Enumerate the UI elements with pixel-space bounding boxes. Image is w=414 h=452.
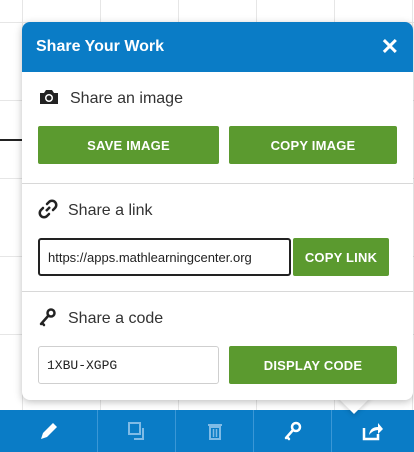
key-tool[interactable] — [254, 410, 332, 452]
panel-title: Share Your Work — [36, 38, 165, 55]
bottom-toolbar — [0, 410, 414, 452]
pencil-tool[interactable] — [0, 410, 98, 452]
duplicate-icon — [126, 420, 148, 442]
trash-icon — [204, 420, 226, 442]
camera-icon — [38, 88, 60, 111]
drawn-line — [0, 139, 24, 141]
share-code-section: Share a code 1XBU-XGPG DISPLAY CODE — [22, 292, 413, 400]
share-link-label: Share a link — [68, 202, 153, 219]
delete-tool[interactable] — [176, 410, 254, 452]
duplicate-tool[interactable] — [98, 410, 176, 452]
copy-link-button[interactable]: COPY LINK — [293, 238, 389, 276]
panel-header: Share Your Work ✕ — [22, 22, 413, 72]
share-link-section: Share a link https://apps.mathlearningce… — [22, 184, 413, 292]
share-code-label: Share a code — [68, 310, 164, 327]
close-button[interactable]: ✕ — [381, 36, 399, 58]
display-code-button[interactable]: DISPLAY CODE — [229, 346, 397, 384]
share-icon — [361, 420, 385, 442]
code-field[interactable]: 1XBU-XGPG — [38, 346, 219, 384]
key-icon — [38, 307, 58, 332]
copy-image-button[interactable]: COPY IMAGE — [229, 126, 397, 164]
share-image-section: Share an image SAVE IMAGE COPY IMAGE — [22, 72, 413, 184]
link-icon — [38, 199, 58, 224]
key-icon — [282, 420, 304, 442]
share-panel: Share Your Work ✕ Share an image SAVE IM… — [22, 22, 413, 400]
pencil-icon — [38, 420, 60, 442]
share-tool[interactable] — [332, 410, 414, 452]
link-url-field[interactable]: https://apps.mathlearningcenter.org — [38, 238, 291, 276]
save-image-button[interactable]: SAVE IMAGE — [38, 126, 219, 164]
share-image-label: Share an image — [70, 90, 183, 107]
